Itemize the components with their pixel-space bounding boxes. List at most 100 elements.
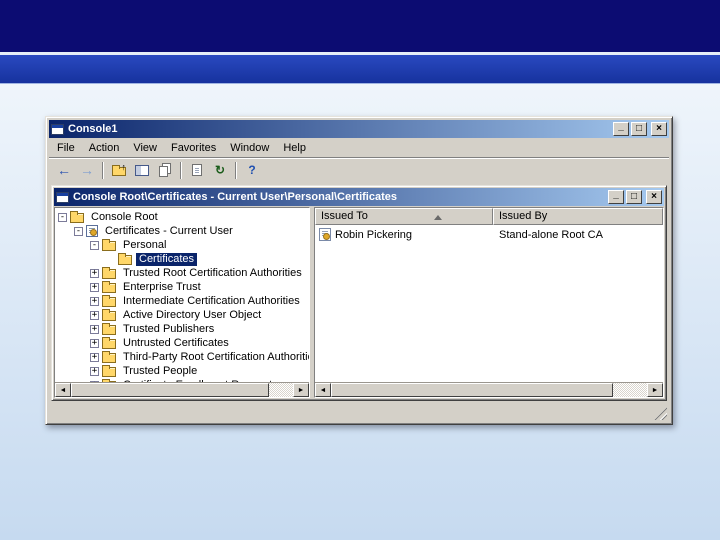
tree-item-label: Personal [123, 238, 167, 251]
folder-icon [102, 294, 116, 307]
minimize-button[interactable]: _ [613, 122, 629, 136]
show-hide-tree-button[interactable] [131, 160, 153, 181]
scroll-left-button[interactable]: ◄ [315, 383, 331, 397]
forward-button[interactable]: → [76, 160, 98, 181]
issued-by-value: Stand-alone Root CA [499, 228, 603, 241]
tree-item-untrusted-certificates[interactable]: + Untrusted Certificates [55, 336, 309, 350]
tree-item-trusted-root-cas[interactable]: + Trusted Root Certification Authorities [55, 266, 309, 280]
menu-favorites[interactable]: Favorites [164, 140, 223, 156]
show-hide-tree-icon [135, 164, 149, 176]
tree-item-label: Third-Party Root Certification Authoriti… [123, 350, 309, 363]
tree-item-label: Trusted Root Certification Authorities [123, 266, 302, 279]
tree-item-trusted-people[interactable]: + Trusted People [55, 364, 309, 378]
mmc-console-window: Console1 _ □ × File Action View Favorite… [45, 116, 673, 425]
issued-to-value: Robin Pickering [335, 228, 413, 241]
list-column-headers: Issued To Issued By [315, 208, 663, 225]
folder-open-icon [118, 252, 132, 265]
column-header-label: Issued By [499, 210, 548, 222]
back-icon: ← [57, 162, 71, 178]
folder-icon [102, 238, 116, 251]
help-button[interactable]: ? [241, 160, 263, 181]
tree-item-personal[interactable]: - Personal [55, 238, 309, 252]
menu-action[interactable]: Action [82, 140, 127, 156]
expand-icon[interactable]: + [90, 296, 99, 306]
child-maximize-button[interactable]: □ [626, 190, 642, 204]
tree-item-trusted-publishers[interactable]: + Trusted Publishers [55, 322, 309, 336]
copy-button[interactable] [154, 160, 176, 181]
window-title: Console1 [68, 123, 118, 135]
tree-item-label: Untrusted Certificates [123, 336, 229, 349]
expand-icon[interactable]: + [90, 366, 99, 376]
child-minimize-button[interactable]: _ [608, 190, 624, 204]
certificate-row[interactable]: Robin Pickering Stand-alone Root CA [315, 227, 663, 242]
scroll-thumb[interactable] [331, 383, 613, 397]
up-one-level-icon [112, 162, 126, 176]
scroll-thumb[interactable] [71, 383, 269, 397]
menu-help[interactable]: Help [276, 140, 313, 156]
toolbar-separator [235, 161, 237, 179]
window-titlebar[interactable]: Console1 _ □ × [49, 120, 669, 138]
collapse-icon[interactable]: - [90, 240, 99, 250]
properties-button[interactable] [186, 160, 208, 181]
tree-item-certificates-current-user[interactable]: - Certificates - Current User [55, 224, 309, 238]
tree-item-ad-user-object[interactable]: + Active Directory User Object [55, 308, 309, 322]
certificates-list-pane: Issued To Issued By Robin Pickering Stan… [314, 207, 664, 398]
refresh-button[interactable]: ↻ [209, 160, 231, 181]
menu-view[interactable]: View [126, 140, 164, 156]
scroll-track[interactable] [71, 383, 293, 397]
folder-icon [102, 266, 116, 279]
folder-icon [102, 364, 116, 377]
child-titlebar[interactable]: Console Root\Certificates - Current User… [54, 188, 664, 206]
expand-icon[interactable]: + [90, 310, 99, 320]
folder-icon [102, 350, 116, 363]
column-header-label: Issued To [321, 210, 368, 222]
list-horizontal-scrollbar[interactable]: ◄ ► [315, 382, 663, 397]
menu-window[interactable]: Window [223, 140, 276, 156]
child-close-button[interactable]: × [646, 190, 662, 204]
slide-accent-bar [0, 55, 720, 84]
folder-icon [102, 280, 116, 293]
menu-bar: File Action View Favorites Window Help [49, 138, 669, 157]
menu-file[interactable]: File [50, 140, 82, 156]
scroll-right-button[interactable]: ► [647, 383, 663, 397]
tree-item-label: Active Directory User Object [123, 308, 262, 321]
folder-icon [102, 336, 116, 349]
list-view: Robin Pickering Stand-alone Root CA [315, 225, 663, 382]
tree-item-intermediate-cas[interactable]: + Intermediate Certification Authorities [55, 294, 309, 308]
console-tree-pane: - Console Root - Certificates - Current … [54, 207, 310, 398]
collapse-icon[interactable]: - [74, 226, 83, 236]
expand-icon[interactable]: + [90, 282, 99, 292]
column-header-issued-by[interactable]: Issued By [493, 208, 663, 225]
expand-icon[interactable]: + [90, 338, 99, 348]
toolbar: ← → ↻ ? [49, 157, 669, 183]
tree-item-label: Certificates - Current User [105, 224, 233, 237]
tree-item-third-party-root-cas[interactable]: + Third-Party Root Certification Authori… [55, 350, 309, 364]
column-header-issued-to[interactable]: Issued To [315, 208, 493, 225]
up-one-level-button[interactable] [108, 160, 130, 181]
back-button[interactable]: ← [53, 160, 75, 181]
scroll-track[interactable] [331, 383, 647, 397]
tree-item-certificates-selected[interactable]: Certificates [55, 251, 309, 267]
expand-icon[interactable]: + [90, 352, 99, 362]
child-window-title: Console Root\Certificates - Current User… [73, 191, 397, 203]
close-button[interactable]: × [651, 122, 667, 136]
collapse-icon[interactable]: - [58, 212, 67, 222]
folder-icon [102, 308, 116, 321]
maximize-button[interactable]: □ [631, 122, 647, 136]
toolbar-separator [102, 161, 104, 179]
tree-item-enterprise-trust[interactable]: + Enterprise Trust [55, 280, 309, 294]
sort-ascending-icon [434, 215, 442, 220]
refresh-icon: ↻ [214, 163, 226, 177]
scroll-left-button[interactable]: ◄ [55, 383, 71, 397]
folder-icon [70, 210, 84, 223]
certificate-icon [319, 228, 331, 241]
folder-icon [102, 378, 116, 382]
expand-icon[interactable]: + [90, 268, 99, 278]
expand-icon[interactable]: + [90, 324, 99, 334]
tree-horizontal-scrollbar[interactable]: ◄ ► [55, 382, 309, 397]
copy-icon [159, 166, 168, 177]
tree-item-label: Trusted Publishers [123, 322, 215, 335]
scroll-right-button[interactable]: ► [293, 383, 309, 397]
tree-item-console-root[interactable]: - Console Root [55, 210, 309, 224]
resize-grip[interactable] [654, 407, 667, 420]
